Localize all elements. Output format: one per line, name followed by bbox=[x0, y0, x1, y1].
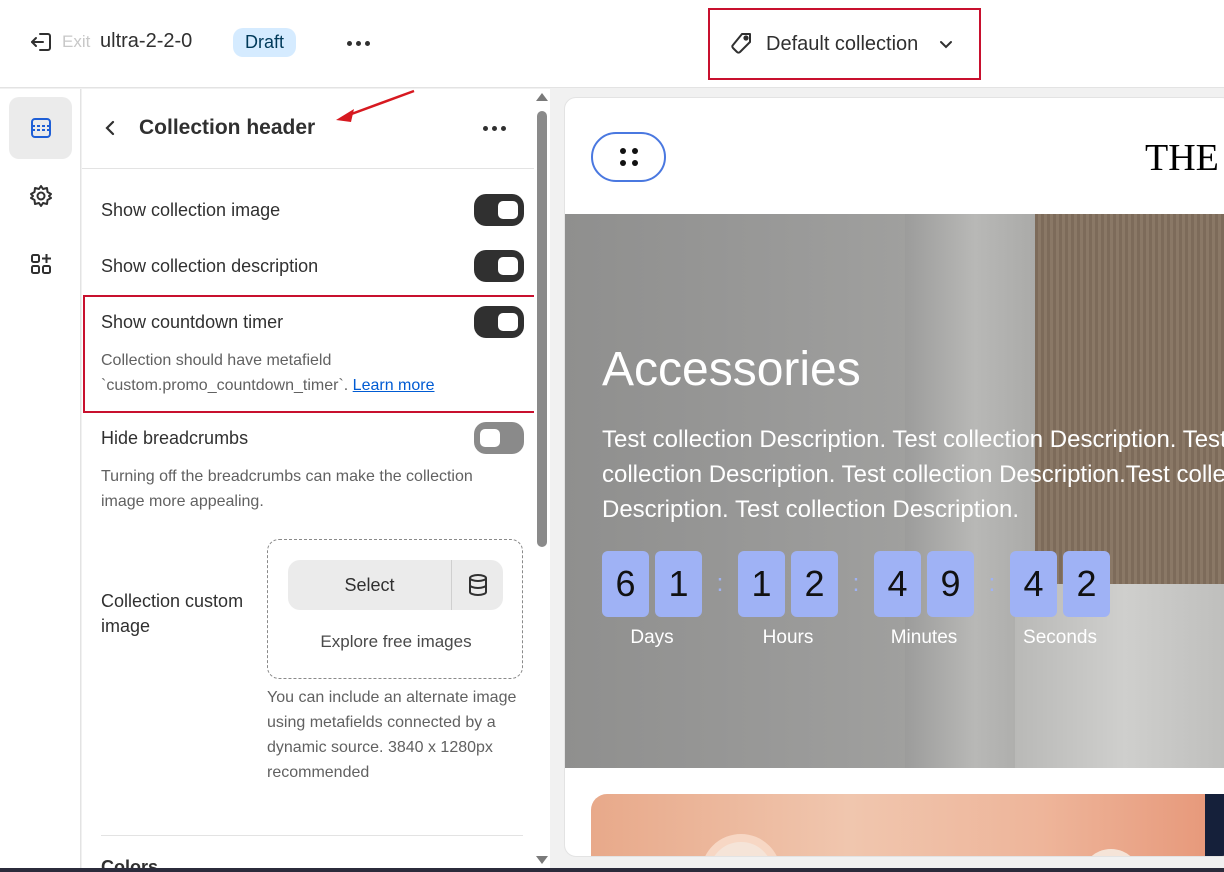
countdown-seconds: 4 2 Seconds bbox=[1010, 551, 1110, 649]
setting-label: Show collection image bbox=[101, 199, 281, 220]
exit-button[interactable]: Exit bbox=[28, 28, 90, 56]
annotation-arrow-icon bbox=[336, 89, 415, 122]
image-select-group: Select bbox=[288, 560, 503, 610]
menu-grid-icon bbox=[619, 148, 638, 166]
scroll-up-arrow-icon[interactable] bbox=[536, 93, 548, 101]
breadcrumbs-help-text: Turning off the breadcrumbs can make the… bbox=[101, 468, 473, 510]
panel-header: Collection header bbox=[82, 89, 550, 169]
toggle-knob bbox=[498, 313, 518, 331]
toggle-knob bbox=[498, 201, 518, 219]
countdown-digit: 4 bbox=[1010, 551, 1057, 617]
custom-image-label: Collection custom image bbox=[101, 591, 244, 636]
more-dot-icon bbox=[491, 125, 497, 131]
countdown-separator: : bbox=[852, 570, 860, 597]
setting-label: Show countdown timer bbox=[101, 311, 284, 332]
more-dot-icon bbox=[500, 125, 506, 131]
more-dot-icon bbox=[346, 40, 352, 46]
countdown-help-message: Collection should have metafield `custom… bbox=[101, 352, 349, 394]
sidebar-item-sections[interactable] bbox=[9, 97, 72, 159]
collection-description: Test collection Description. Test collec… bbox=[602, 426, 1224, 523]
learn-more-link[interactable]: Learn more bbox=[353, 377, 435, 394]
section-more-button[interactable] bbox=[479, 115, 509, 141]
countdown-separator: : bbox=[988, 570, 996, 597]
exit-label: Exit bbox=[62, 32, 91, 51]
countdown-digit: 1 bbox=[738, 551, 785, 617]
setting-show-collection-description: Show collection description bbox=[101, 249, 524, 283]
apps-icon bbox=[30, 254, 51, 274]
toggle-knob bbox=[498, 257, 518, 275]
panel-scrollbar[interactable] bbox=[534, 89, 550, 872]
countdown-digit: 6 bbox=[602, 551, 649, 617]
promo-decoration bbox=[701, 834, 781, 856]
countdown-digit: 4 bbox=[874, 551, 921, 617]
top-bar: Exit ultra-2-2-0 Draft Default collectio… bbox=[0, 0, 1224, 88]
dynamic-source-button[interactable] bbox=[452, 560, 503, 610]
template-selector-label: Default collection bbox=[766, 32, 919, 55]
countdown-digit: 9 bbox=[927, 551, 974, 617]
setting-label: Show collection description bbox=[101, 255, 319, 276]
custom-image-help-text: You can include an alternate image using… bbox=[267, 689, 517, 781]
collection-hero: Accessories Test collection Description.… bbox=[565, 214, 1224, 768]
promo-panel bbox=[1205, 794, 1224, 856]
bottom-edge bbox=[0, 868, 1224, 872]
scroll-down-arrow-icon[interactable] bbox=[536, 856, 548, 864]
sidebar-item-apps[interactable] bbox=[9, 233, 72, 295]
scroll-thumb[interactable] bbox=[537, 111, 547, 547]
database-icon bbox=[468, 574, 487, 596]
more-dot-icon bbox=[482, 125, 488, 131]
setting-show-countdown-timer: Show countdown timer bbox=[101, 305, 524, 339]
show-description-toggle[interactable] bbox=[474, 250, 524, 282]
theme-name: ultra-2-2-0 bbox=[100, 30, 193, 52]
countdown-minutes: 4 9 Minutes bbox=[874, 551, 974, 649]
setting-hide-breadcrumbs: Hide breadcrumbs bbox=[101, 421, 524, 455]
tag-icon bbox=[731, 33, 751, 54]
sections-icon bbox=[30, 118, 51, 138]
collection-title: Accessories bbox=[602, 343, 861, 396]
countdown-days: 6 1 Days bbox=[602, 551, 702, 649]
countdown-digit: 1 bbox=[655, 551, 702, 617]
sidebar-item-settings[interactable] bbox=[9, 165, 72, 227]
explore-free-images-link[interactable]: Explore free images bbox=[268, 632, 524, 652]
hero-image-sweater bbox=[1035, 214, 1224, 594]
countdown-help-text: Collection should have metafield `custom… bbox=[101, 348, 501, 398]
countdown-label: Minutes bbox=[890, 627, 958, 648]
setting-show-collection-image: Show collection image bbox=[101, 193, 524, 227]
store-preview: THE I Accessories Test collection Descri… bbox=[564, 97, 1224, 857]
toggle-knob bbox=[480, 429, 500, 447]
more-actions-button[interactable] bbox=[343, 30, 373, 56]
exit-icon bbox=[31, 33, 51, 51]
countdown-label: Days bbox=[630, 627, 674, 648]
chevron-down-icon bbox=[940, 41, 953, 49]
countdown-separator: : bbox=[716, 570, 724, 597]
setting-label: Hide breadcrumbs bbox=[101, 427, 249, 448]
gear-icon bbox=[29, 185, 52, 207]
countdown-label: Hours bbox=[762, 627, 814, 648]
countdown-hours: 1 2 Hours bbox=[738, 551, 838, 649]
countdown-digit: 2 bbox=[791, 551, 838, 617]
menu-button[interactable] bbox=[591, 132, 666, 182]
show-countdown-toggle[interactable] bbox=[474, 306, 524, 338]
chevron-left-icon bbox=[105, 120, 115, 136]
countdown-digit: 2 bbox=[1063, 551, 1110, 617]
status-badge: Draft bbox=[233, 28, 297, 57]
countdown-label: Seconds bbox=[1023, 627, 1097, 648]
sidebar-rail bbox=[0, 89, 81, 872]
more-dot-icon bbox=[364, 40, 370, 46]
more-dot-icon bbox=[355, 40, 361, 46]
countdown-timer: 6 1 Days : 1 2 Hours : 4 9 Minutes: 4 2… bbox=[602, 551, 1110, 649]
store-logo[interactable]: THE I bbox=[1145, 136, 1224, 180]
promo-banner bbox=[591, 794, 1224, 856]
settings-panel: Collection header Show collection image … bbox=[82, 89, 550, 872]
image-picker: Select Explore free images bbox=[267, 539, 523, 679]
back-button[interactable] bbox=[96, 113, 124, 143]
panel-title: Collection header bbox=[139, 116, 316, 139]
select-image-button[interactable]: Select bbox=[288, 560, 452, 610]
show-image-toggle[interactable] bbox=[474, 194, 524, 226]
promo-decoration bbox=[1081, 849, 1141, 856]
hide-breadcrumbs-toggle[interactable] bbox=[474, 422, 524, 454]
template-selector[interactable]: Default collection bbox=[708, 8, 981, 80]
divider bbox=[101, 835, 523, 836]
